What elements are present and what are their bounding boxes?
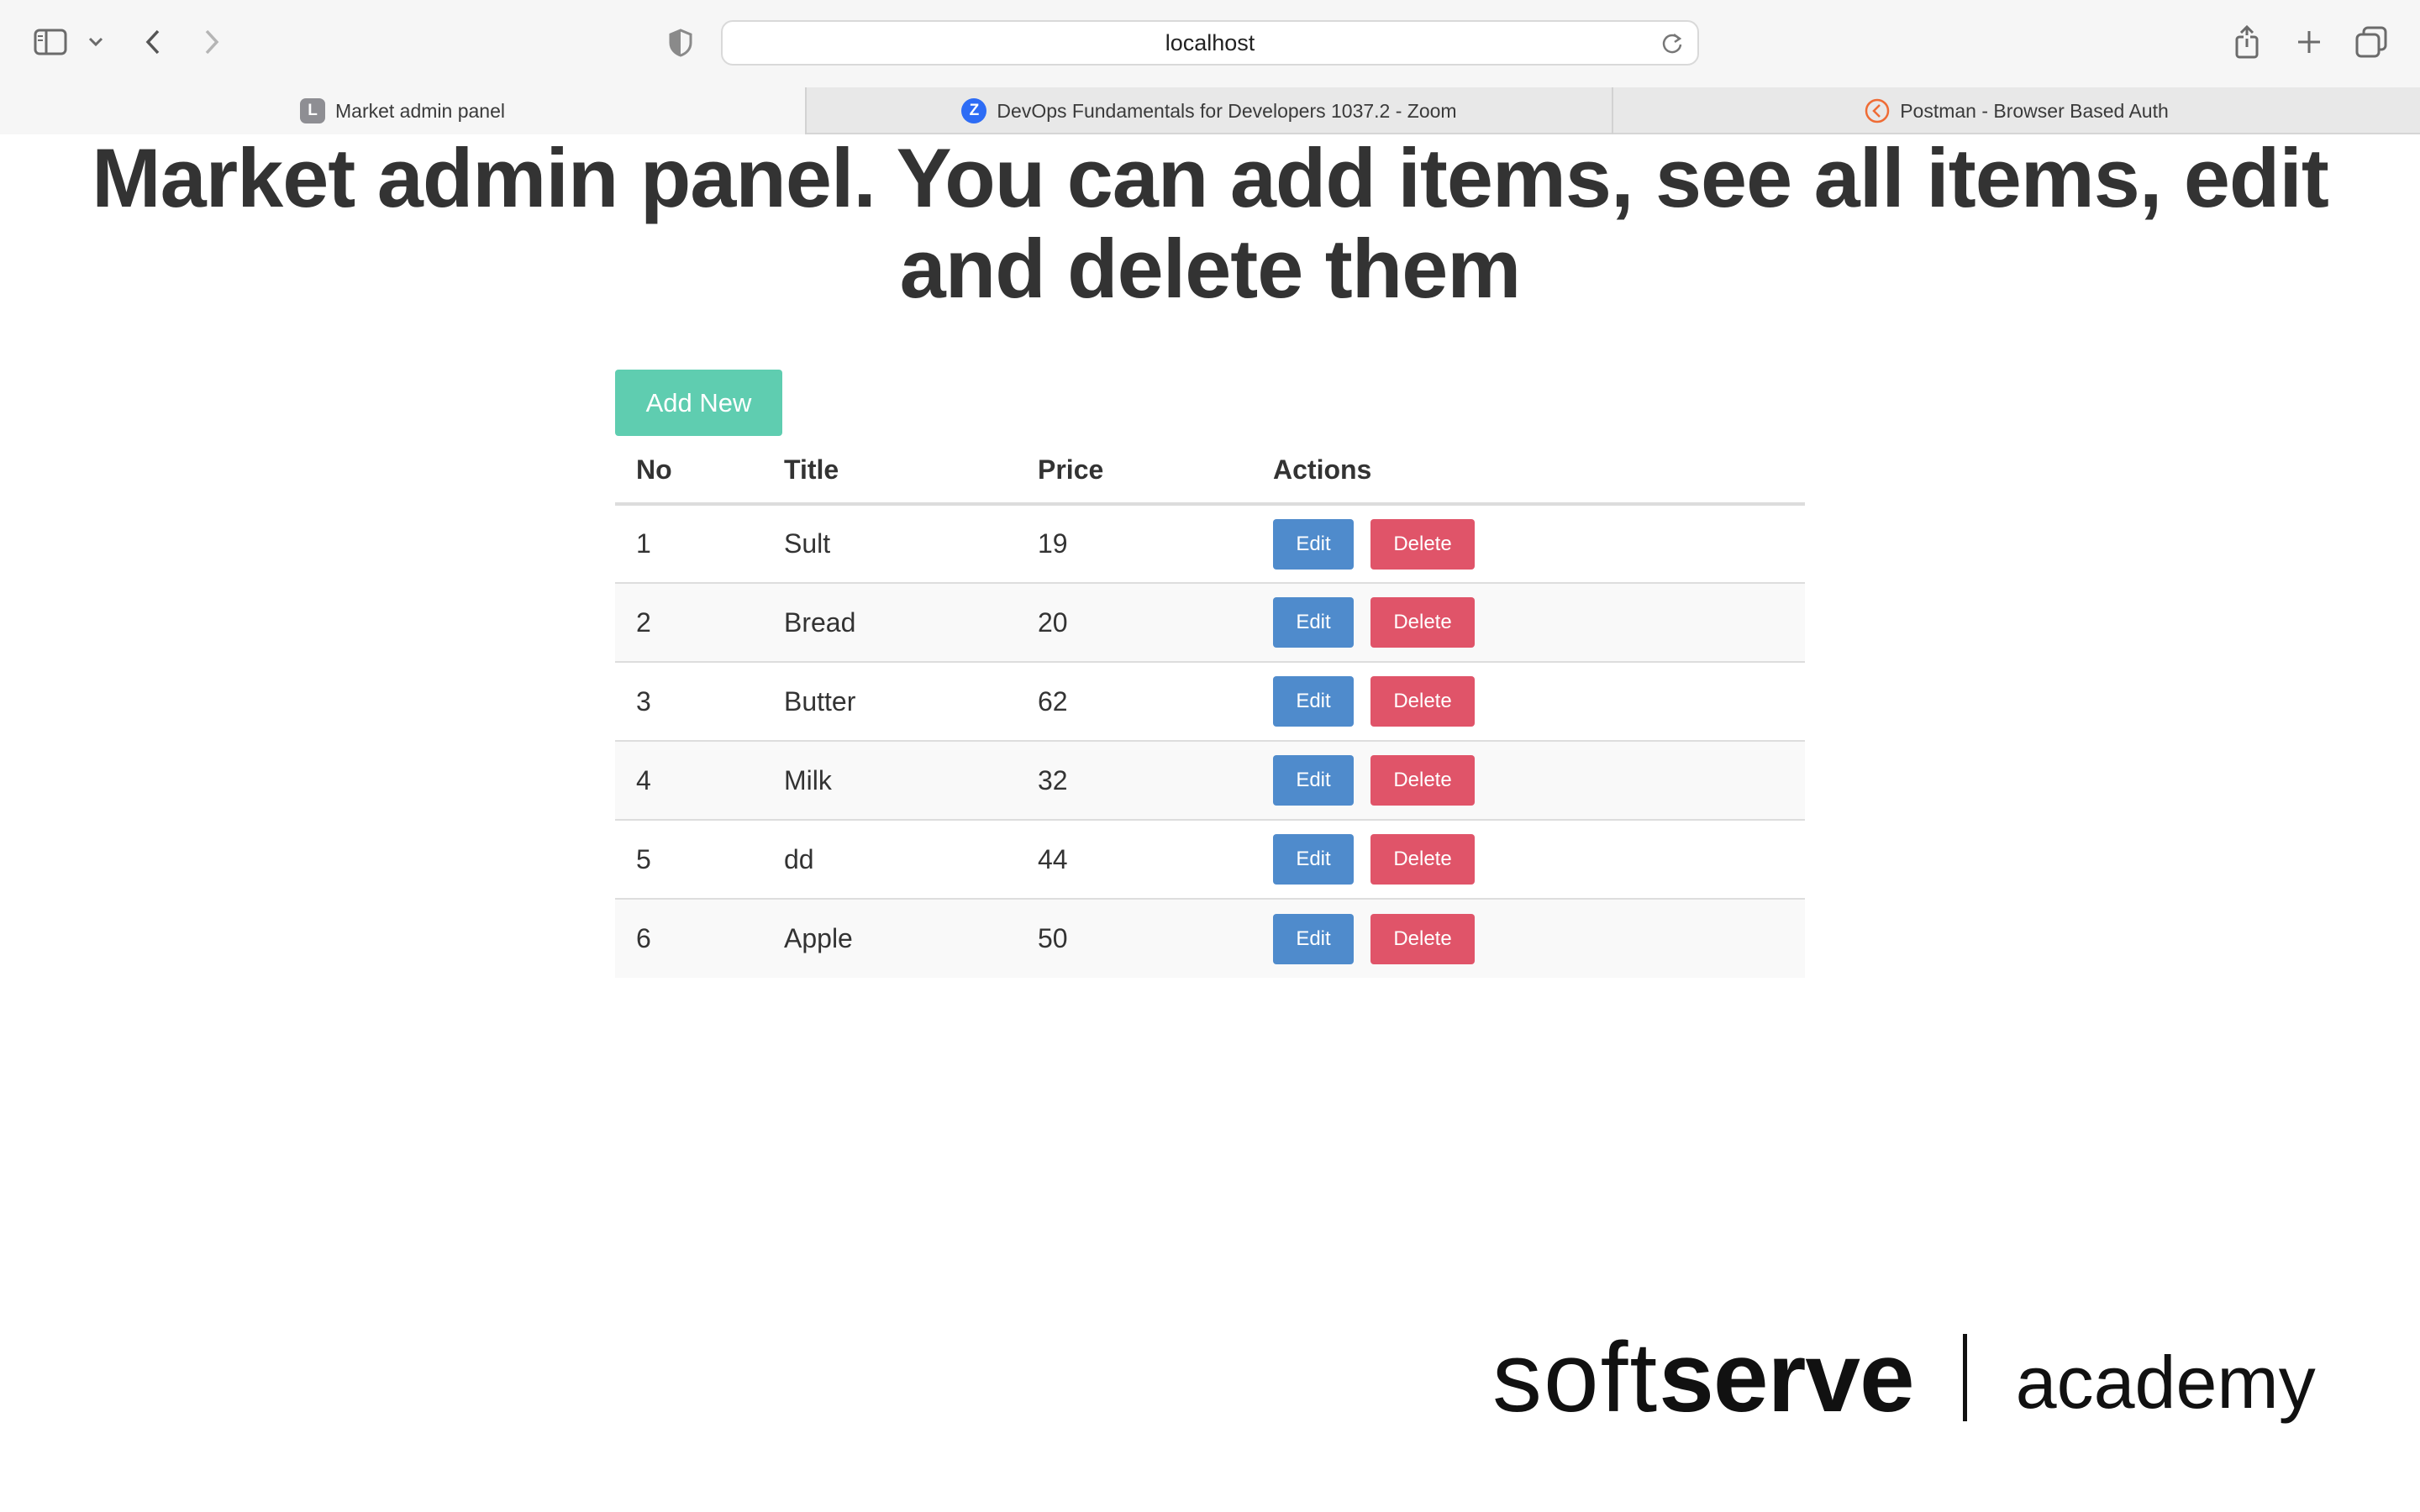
- edit-button[interactable]: Edit: [1273, 597, 1354, 648]
- back-icon[interactable]: [139, 25, 166, 59]
- cell-price: 19: [1017, 504, 1252, 584]
- tab-postman[interactable]: Postman - Browser Based Auth: [1612, 87, 2420, 134]
- delete-button[interactable]: Delete: [1370, 834, 1475, 885]
- table-row: 4 Milk 32 Edit Delete: [615, 741, 1805, 821]
- logo-soft: soft: [1492, 1322, 1660, 1433]
- cell-actions: Edit Delete: [1252, 899, 1805, 978]
- cell-title: Butter: [763, 662, 1017, 742]
- edit-button[interactable]: Edit: [1273, 755, 1354, 806]
- edit-button[interactable]: Edit: [1273, 518, 1354, 570]
- logo-divider: [1962, 1334, 1967, 1421]
- cell-actions: Edit Delete: [1252, 662, 1805, 742]
- table-row: 6 Apple 50 Edit Delete: [615, 899, 1805, 978]
- cell-no: 2: [615, 583, 763, 663]
- edit-button[interactable]: Edit: [1273, 676, 1354, 727]
- cell-actions: Edit Delete: [1252, 504, 1805, 584]
- delete-button[interactable]: Delete: [1370, 518, 1475, 570]
- delete-button[interactable]: Delete: [1370, 913, 1475, 964]
- table-row: 5 dd 44 Edit Delete: [615, 820, 1805, 900]
- logo-serve: serve: [1659, 1322, 1914, 1433]
- reload-icon[interactable]: [1660, 31, 1684, 55]
- cell-no: 4: [615, 741, 763, 821]
- delete-button[interactable]: Delete: [1370, 597, 1475, 648]
- table-header-row: No Title Price Actions: [615, 437, 1805, 506]
- new-tab-icon[interactable]: [2294, 27, 2324, 57]
- tab-overview-icon[interactable]: [2354, 25, 2388, 59]
- cell-no: 5: [615, 820, 763, 900]
- forward-icon[interactable]: [198, 25, 225, 59]
- cell-actions: Edit Delete: [1252, 820, 1805, 900]
- softserve-academy-logo: soft serve academy: [1492, 1319, 2341, 1436]
- edit-button[interactable]: Edit: [1273, 913, 1354, 964]
- chevron-down-icon[interactable]: [86, 32, 106, 52]
- cell-title: Sult: [763, 504, 1017, 584]
- cell-price: 20: [1017, 583, 1252, 663]
- cell-no: 6: [615, 899, 763, 978]
- cell-no: 1: [615, 504, 763, 584]
- tab-label: Market admin panel: [335, 99, 505, 122]
- cell-actions: Edit Delete: [1252, 583, 1805, 663]
- column-header-title: Title: [763, 437, 1017, 506]
- browser-toolbar: localhost: [0, 0, 2420, 87]
- page-title: Market admin panel. You can add items, s…: [92, 131, 2329, 315]
- column-header-price: Price: [1017, 437, 1252, 506]
- tab-zoom[interactable]: Z DevOps Fundamentals for Developers 103…: [805, 87, 1612, 134]
- cell-actions: Edit Delete: [1252, 741, 1805, 821]
- favicon-icon: L: [300, 98, 325, 123]
- column-header-no: No: [615, 437, 763, 506]
- cell-title: Apple: [763, 899, 1017, 978]
- cell-price: 44: [1017, 820, 1252, 900]
- cell-price: 62: [1017, 662, 1252, 742]
- sidebar-toggle-icon[interactable]: [32, 25, 69, 59]
- logo-academy: academy: [2015, 1341, 2316, 1424]
- add-new-button[interactable]: Add New: [615, 370, 782, 436]
- table-row: 2 Bread 20 Edit Delete: [615, 583, 1805, 663]
- cell-no: 3: [615, 662, 763, 742]
- table-row: 1 Sult 19 Edit Delete: [615, 504, 1805, 584]
- tab-label: DevOps Fundamentals for Developers 1037.…: [997, 99, 1457, 122]
- zoom-icon: Z: [961, 98, 987, 123]
- tab-bar: L Market admin panel Z DevOps Fundamenta…: [0, 87, 2420, 134]
- cell-title: dd: [763, 820, 1017, 900]
- column-header-actions: Actions: [1252, 437, 1805, 506]
- delete-button[interactable]: Delete: [1370, 755, 1475, 806]
- items-table: No Title Price Actions 1 Sult 19 Edit De…: [615, 437, 1805, 978]
- shield-icon[interactable]: [667, 27, 694, 59]
- tab-market-admin-panel[interactable]: L Market admin panel: [0, 87, 805, 134]
- cell-price: 32: [1017, 741, 1252, 821]
- cell-price: 50: [1017, 899, 1252, 978]
- postman-icon: [1865, 98, 1890, 123]
- table-row: 3 Butter 62 Edit Delete: [615, 662, 1805, 742]
- delete-button[interactable]: Delete: [1370, 676, 1475, 727]
- share-icon[interactable]: [2232, 24, 2262, 60]
- cell-title: Bread: [763, 583, 1017, 663]
- tab-label: Postman - Browser Based Auth: [1900, 99, 2169, 122]
- cell-title: Milk: [763, 741, 1017, 821]
- address-bar[interactable]: localhost: [721, 20, 1699, 66]
- edit-button[interactable]: Edit: [1273, 834, 1354, 885]
- url-text: localhost: [1165, 29, 1255, 55]
